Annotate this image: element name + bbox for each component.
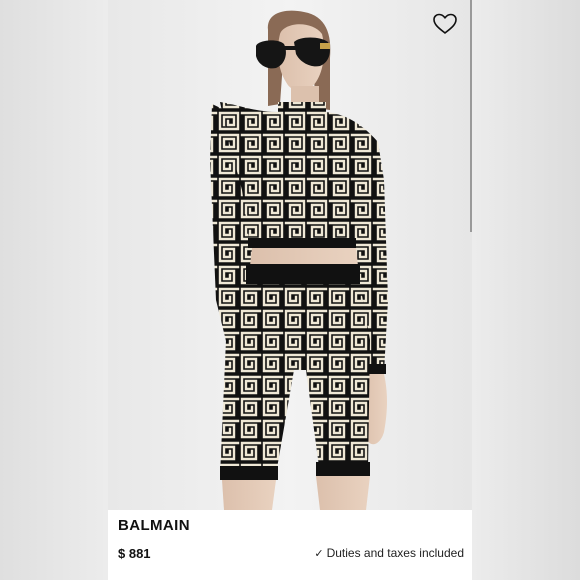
model-illustration xyxy=(108,0,472,510)
checkmark-icon: ✓ xyxy=(314,548,324,560)
product-info: BALMAIN $ 881 ✓ Duties and taxes included xyxy=(108,510,472,580)
brand-name[interactable]: BALMAIN xyxy=(118,517,190,534)
price-label: $ 881 xyxy=(118,546,151,561)
listing-frame: BALMAIN $ 881 ✓ Duties and taxes included xyxy=(0,0,580,580)
product-photo[interactable] xyxy=(108,0,472,510)
duties-note: ✓ Duties and taxes included xyxy=(314,546,464,560)
heart-icon[interactable] xyxy=(432,12,458,36)
duties-text: Duties and taxes included xyxy=(326,546,464,560)
photo-scrollbar[interactable] xyxy=(470,0,472,232)
product-card[interactable]: BALMAIN $ 881 ✓ Duties and taxes included xyxy=(108,0,472,580)
